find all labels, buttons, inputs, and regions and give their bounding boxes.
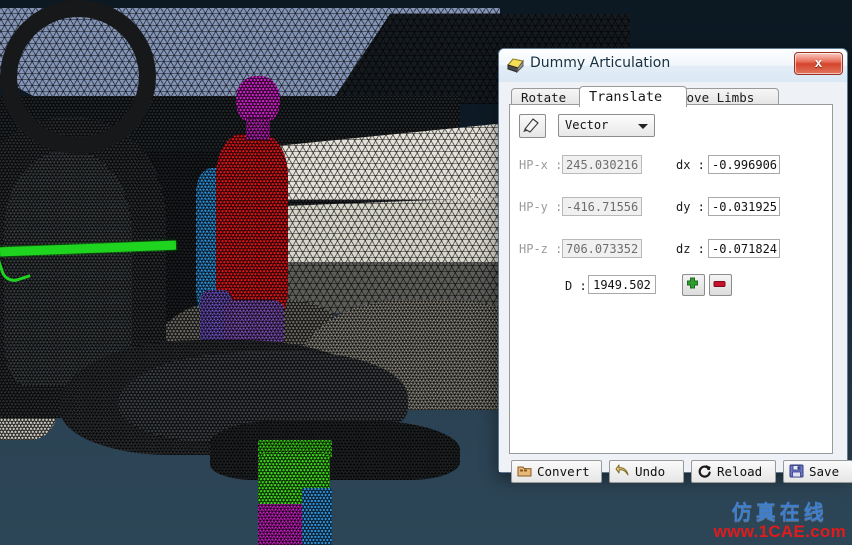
convert-button[interactable]: Convert bbox=[511, 460, 602, 483]
minus-icon[interactable] bbox=[709, 274, 732, 296]
dz-label: dz : bbox=[676, 242, 705, 256]
save-button[interactable]: Save bbox=[783, 460, 852, 483]
save-button-label: Save bbox=[809, 464, 840, 479]
dx-field[interactable]: -0.996906 bbox=[708, 155, 780, 174]
hp-x-field[interactable]: 245.030216 bbox=[562, 155, 642, 174]
distance-row: D : 1949.502 bbox=[510, 275, 832, 299]
dialog-title: Dummy Articulation bbox=[530, 55, 671, 71]
chevron-down-icon bbox=[638, 124, 648, 129]
hp-y-label: HP-y : bbox=[519, 200, 563, 214]
dy-field[interactable]: -0.031925 bbox=[708, 197, 780, 216]
plus-icon[interactable] bbox=[682, 274, 705, 296]
dialog-body: Rotate Translate Move Limbs Vector HP-x … bbox=[499, 82, 852, 483]
dummy-articulation-dialog[interactable]: Dummy Articulation x Rotate Translate Mo… bbox=[498, 48, 852, 483]
field-row-y: HP-y : -416.71556 dy : -0.031925 bbox=[510, 197, 832, 219]
dx-label: dx : bbox=[676, 158, 705, 172]
dy-label: dy : bbox=[676, 200, 705, 214]
distance-label: D : bbox=[565, 279, 587, 293]
dummy-part-head bbox=[236, 76, 280, 124]
dummy-part-shin bbox=[302, 488, 332, 545]
vector-mode-value: Vector bbox=[565, 118, 609, 132]
hp-x-label: HP-x : bbox=[519, 158, 563, 172]
reload-button[interactable]: Reload bbox=[691, 460, 776, 483]
reload-circular-arrow-icon bbox=[698, 465, 711, 478]
dialog-button-row: Convert Undo Reload Save bbox=[511, 460, 852, 483]
floppy-save-icon bbox=[789, 464, 804, 478]
reload-button-label: Reload bbox=[717, 464, 763, 479]
folder-convert-icon bbox=[517, 466, 532, 477]
close-icon[interactable]: x bbox=[794, 52, 843, 75]
translate-panel: Vector HP-x : 245.030216 dx : -0.996906 … bbox=[509, 104, 833, 454]
dummy-part-neck bbox=[246, 118, 270, 140]
watermark-url-text: www.1CAE.com bbox=[713, 522, 846, 542]
distance-field[interactable]: 1949.502 bbox=[588, 275, 656, 294]
undo-button-label: Undo bbox=[635, 464, 666, 479]
undo-button[interactable]: Undo bbox=[609, 460, 684, 483]
dz-field[interactable]: -0.071824 bbox=[708, 239, 780, 258]
hp-y-field[interactable]: -416.71556 bbox=[562, 197, 642, 216]
mesh-console bbox=[210, 420, 460, 480]
dummy-part-lower-leg bbox=[258, 504, 304, 545]
undo-arrow-icon bbox=[615, 464, 629, 476]
pick-cursor-icon[interactable] bbox=[519, 114, 546, 138]
dialog-titlebar[interactable]: Dummy Articulation x bbox=[499, 49, 847, 83]
hp-z-field[interactable]: 706.073352 bbox=[562, 239, 642, 258]
tab-translate[interactable]: Translate bbox=[579, 86, 687, 107]
convert-button-label: Convert bbox=[537, 464, 590, 479]
hp-z-label: HP-z : bbox=[519, 242, 563, 256]
watermark-cn-text: 仿真在线 bbox=[731, 500, 828, 525]
vector-mode-select[interactable]: Vector bbox=[558, 114, 655, 137]
field-row-z: HP-z : 706.073352 dz : -0.071824 bbox=[510, 239, 832, 261]
gem-icon bbox=[507, 58, 524, 73]
field-row-x: HP-x : 245.030216 dx : -0.996906 bbox=[510, 155, 832, 177]
watermark: 仿真在线 www.1CAE.com bbox=[714, 502, 846, 541]
